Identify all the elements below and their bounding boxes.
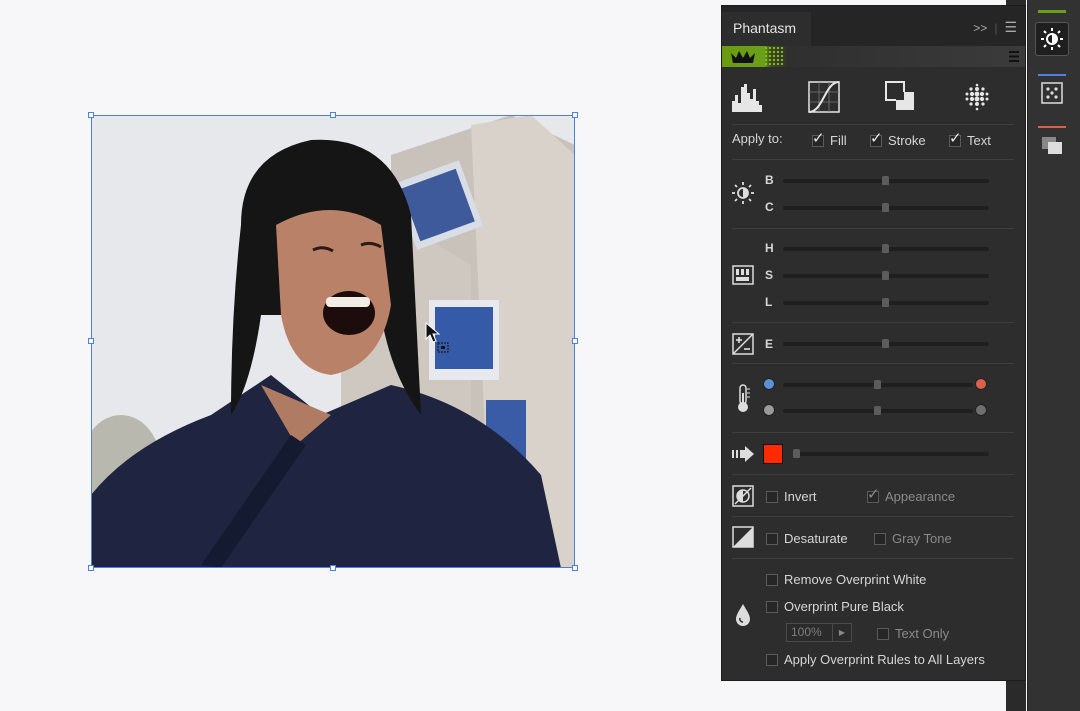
tint-dark-dot: [975, 404, 987, 416]
invert-icon[interactable]: [730, 483, 756, 509]
temperature-slider[interactable]: [783, 380, 973, 389]
saturation-slider[interactable]: [783, 271, 989, 280]
panel-dock: [1027, 0, 1080, 711]
appearance-checkbox[interactable]: ✓ Appearance: [867, 486, 956, 504]
tool-row: [722, 71, 1025, 123]
text-only-label: Text Only: [895, 626, 950, 641]
tint-neutral-dot: [763, 404, 775, 416]
hsl-icon[interactable]: [730, 262, 756, 288]
dock-halftone-button[interactable]: [1035, 76, 1069, 110]
exposure-label: E: [765, 337, 774, 351]
exposure-icon[interactable]: [730, 331, 756, 357]
hue-label: H: [765, 241, 774, 255]
flyout-menu-icon[interactable]: [1009, 51, 1019, 62]
saturation-knob[interactable]: [882, 271, 889, 280]
invert-checkbox[interactable]: Invert: [766, 489, 817, 504]
ink-drop-icon[interactable]: [730, 602, 756, 628]
apply-fill-label: Fill: [830, 133, 847, 148]
overprint-percent-field[interactable]: 100% ▶: [786, 623, 852, 642]
resize-handle-bottom-right[interactable]: [572, 565, 578, 571]
collapse-panel-icon[interactable]: >>: [973, 21, 987, 35]
lightness-knob[interactable]: [882, 298, 889, 307]
overprint-percent-value: 100%: [791, 625, 822, 639]
saturation-label: S: [765, 268, 774, 282]
license-bar: [722, 46, 1025, 67]
brightness-label: B: [765, 173, 774, 187]
mouse-cursor-icon: [425, 322, 449, 353]
dock-phantasm-button[interactable]: [1035, 22, 1069, 56]
overprint-pure-black-checkbox[interactable]: Overprint Pure Black: [766, 599, 904, 614]
halftone-dots-icon: [1041, 82, 1063, 104]
curves-icon: [808, 81, 840, 113]
selection-bounding-box[interactable]: [91, 115, 575, 568]
apply-fill-checkbox[interactable]: ✓ Fill: [812, 130, 847, 148]
hue-slider[interactable]: [783, 244, 989, 253]
dock-shapes-button[interactable]: [1035, 128, 1069, 162]
apply-overprint-all-layers-label: Apply Overprint Rules to All Layers: [784, 652, 985, 667]
temperature-cool-dot: [763, 378, 775, 390]
resize-handle-top-right[interactable]: [572, 112, 578, 118]
apply-text-checkbox[interactable]: ✓ Text: [949, 130, 991, 148]
panel-header: Phantasm >> | ☰: [722, 6, 1025, 46]
gray-tone-checkbox[interactable]: Gray Tone: [874, 531, 952, 546]
apply-stroke-checkbox[interactable]: ✓ Stroke: [870, 130, 926, 148]
temperature-warm-dot: [975, 378, 987, 390]
layered-shapes-icon: [1042, 137, 1062, 154]
apply-to-label: Apply to:: [732, 131, 783, 146]
panel-menu-icon[interactable]: ☰: [1004, 19, 1017, 36]
apply-stroke-label: Stroke: [888, 133, 926, 148]
contrast-label: C: [765, 200, 774, 214]
tint-arrow-icon[interactable]: [730, 441, 756, 467]
exposure-knob[interactable]: [882, 339, 889, 348]
levels-button[interactable]: [883, 79, 919, 115]
tint-slider[interactable]: [783, 406, 973, 415]
histogram-button[interactable]: [730, 79, 766, 115]
apply-overprint-all-layers-checkbox[interactable]: Apply Overprint Rules to All Layers: [766, 652, 985, 667]
tint-color-swatch[interactable]: [763, 444, 783, 464]
exposure-slider[interactable]: [783, 339, 989, 348]
tint-amount-slider[interactable]: [793, 449, 989, 458]
resize-handle-middle-left[interactable]: [88, 338, 94, 344]
apply-text-label: Text: [967, 133, 991, 148]
phantasm-panel: Phantasm >> | ☰ Apply to: ✓ Fill ✓ Strok…: [721, 5, 1026, 681]
brightness-slider[interactable]: [783, 176, 989, 185]
appearance-label: Appearance: [885, 489, 956, 504]
desaturate-label: Desaturate: [784, 531, 848, 546]
resize-handle-bottom-center[interactable]: [330, 565, 336, 571]
gray-tone-label: Gray Tone: [892, 531, 952, 546]
overprint-pure-black-label: Overprint Pure Black: [784, 599, 904, 614]
levels-icon: [885, 81, 914, 110]
contrast-knob[interactable]: [882, 203, 889, 212]
halftone-icon: [965, 83, 989, 111]
brightness-icon: [1041, 28, 1063, 50]
halftone-button[interactable]: [959, 79, 995, 115]
resize-handle-bottom-left[interactable]: [88, 565, 94, 571]
tint-knob[interactable]: [874, 406, 881, 415]
curves-button[interactable]: [806, 79, 842, 115]
brightness-contrast-icon[interactable]: [730, 180, 756, 206]
histogram-icon: [732, 84, 762, 112]
desaturate-icon[interactable]: [730, 524, 756, 550]
brightness-knob[interactable]: [882, 176, 889, 185]
resize-handle-middle-right[interactable]: [572, 338, 578, 344]
text-only-checkbox[interactable]: Text Only: [877, 626, 949, 641]
temperature-knob[interactable]: [874, 380, 881, 389]
panel-tab-phantasm[interactable]: Phantasm: [722, 12, 811, 46]
remove-overprint-white-checkbox[interactable]: Remove Overprint White: [766, 572, 926, 587]
crown-icon: [731, 51, 755, 63]
resize-handle-top-center[interactable]: [330, 112, 336, 118]
temperature-icon[interactable]: [730, 384, 756, 412]
tint-amount-knob[interactable]: [793, 449, 800, 458]
lightness-slider[interactable]: [783, 298, 989, 307]
desaturate-checkbox[interactable]: Desaturate: [766, 531, 848, 546]
remove-overprint-white-label: Remove Overprint White: [784, 572, 927, 587]
invert-label: Invert: [784, 489, 817, 504]
hue-knob[interactable]: [882, 244, 889, 253]
contrast-slider[interactable]: [783, 203, 989, 212]
resize-handle-top-left[interactable]: [88, 112, 94, 118]
lightness-label: L: [765, 295, 773, 309]
percent-stepper-arrow-icon[interactable]: ▶: [832, 624, 851, 641]
